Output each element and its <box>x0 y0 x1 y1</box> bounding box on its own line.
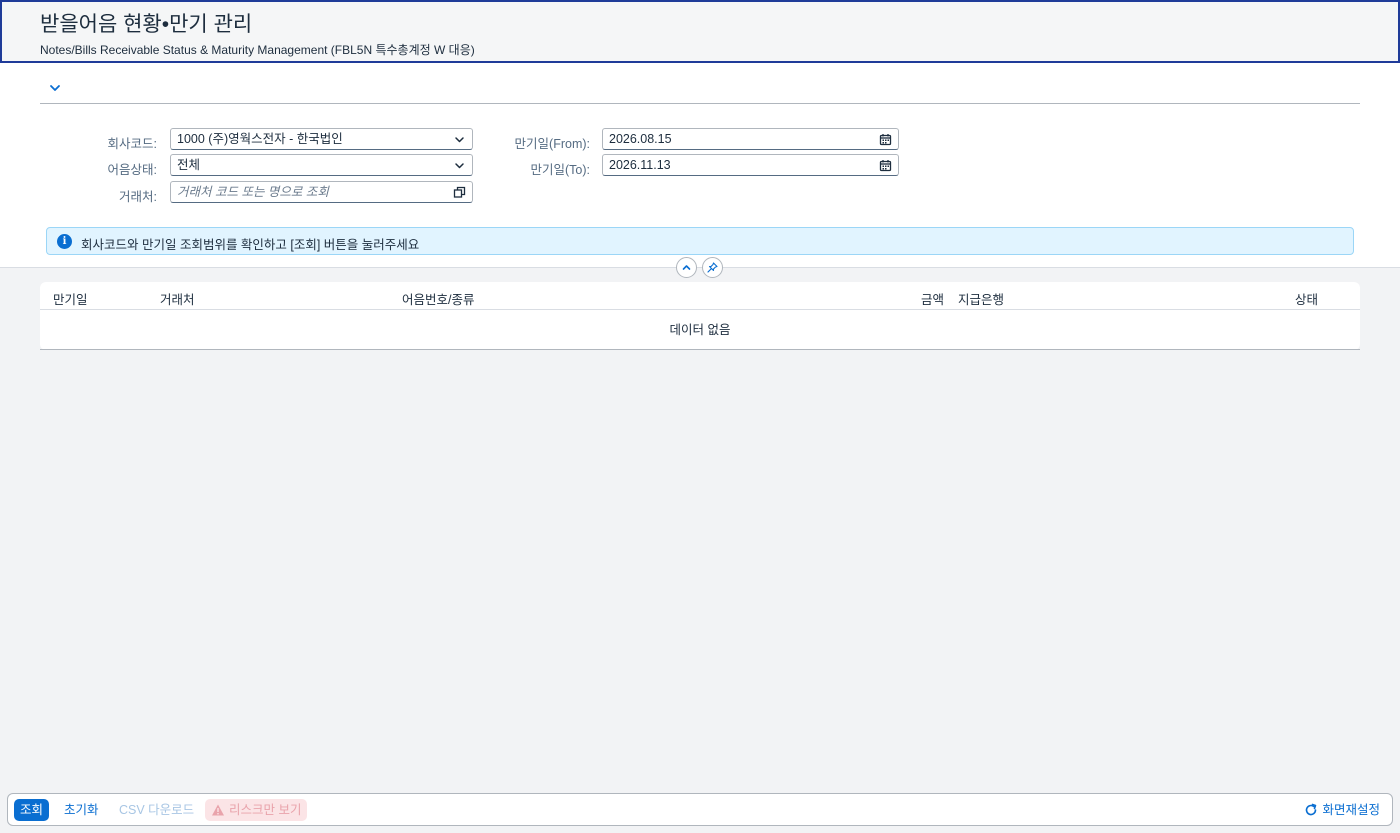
customer-input[interactable]: 거래처 코드 또는 명으로 조회 <box>170 181 473 203</box>
notes-table: 만기일 거래처 어음번호/종류 금액 지급은행 상태 데이터 없음 <box>40 282 1360 350</box>
table-header: 만기일 거래처 어음번호/종류 금액 지급은행 상태 <box>40 282 1360 310</box>
reset-button[interactable]: 초기화 <box>58 799 105 821</box>
calendar-icon[interactable] <box>879 133 892 146</box>
pin-icon <box>707 262 718 273</box>
chevron-up-icon <box>682 265 691 270</box>
column-header-customer[interactable]: 거래처 <box>160 289 195 308</box>
company-code-select[interactable]: 1000 (주)영웍스전자 - 한국법인 <box>170 128 473 150</box>
note-status-select[interactable]: 전체 <box>170 154 473 176</box>
reset-view-label: 화면재설정 <box>1322 803 1380 817</box>
page-subtitle: Notes/Bills Receivable Status & Maturity… <box>40 43 475 57</box>
column-header-paying-bank[interactable]: 지급은행 <box>958 289 1004 308</box>
risk-only-button[interactable]: 리스크만 보기 <box>205 799 308 821</box>
due-to-value: 2026.11.13 <box>609 158 671 172</box>
company-code-value: 1000 (주)영웍스전자 - 한국법인 <box>177 132 343 146</box>
column-header-due-date[interactable]: 만기일 <box>53 289 88 308</box>
calendar-icon[interactable] <box>879 159 892 172</box>
due-from-value: 2026.08.15 <box>609 132 672 146</box>
no-data-text: 데이터 없음 <box>40 310 1360 350</box>
column-header-status[interactable]: 상태 <box>1295 289 1318 308</box>
reset-view-button[interactable]: 화면재설정 <box>1300 799 1386 821</box>
column-header-amount[interactable]: 금액 <box>921 289 944 308</box>
customer-label: 거래처: <box>119 190 157 204</box>
page-title: 받을어음 현황•만기 관리 <box>40 13 253 36</box>
search-button[interactable]: 조회 <box>14 799 50 821</box>
value-help-icon[interactable] <box>453 186 466 199</box>
csv-download-button[interactable]: CSV 다운로드 <box>113 799 200 821</box>
chevron-down-icon[interactable] <box>48 81 64 97</box>
company-code-label: 회사코드: <box>107 137 157 151</box>
info-message-strip: i 회사코드와 만기일 조회범위를 확인하고 [조회] 버튼을 눌러주세요 <box>46 227 1354 255</box>
due-from-datepicker[interactable]: 2026.08.15 <box>602 128 899 150</box>
customer-placeholder: 거래처 코드 또는 명으로 조회 <box>177 185 329 199</box>
page-header: 받을어음 현황•만기 관리 Notes/Bills Receivable Sta… <box>0 0 1400 63</box>
warning-icon <box>212 804 224 816</box>
note-status-value: 전체 <box>177 158 201 172</box>
filter-bar: 회사코드: 1000 (주)영웍스전자 - 한국법인 어음상태: 전체 거래처:… <box>0 63 1400 268</box>
pin-header-button[interactable] <box>702 257 723 278</box>
info-icon: i <box>57 234 72 249</box>
info-message-text: 회사코드와 만기일 조회범위를 확인하고 [조회] 버튼을 눌러주세요 <box>81 238 420 252</box>
collapse-header-button[interactable] <box>676 257 697 278</box>
due-from-label: 만기일(From): <box>514 137 590 151</box>
risk-only-label: 리스크만 보기 <box>229 803 302 817</box>
footer-toolbar: 조회 초기화 CSV 다운로드 리스크만 보기 화면재설정 <box>7 793 1393 826</box>
column-header-note-number[interactable]: 어음번호/종류 <box>402 289 474 308</box>
note-status-label: 어음상태: <box>107 163 157 177</box>
due-to-datepicker[interactable]: 2026.11.13 <box>602 154 899 176</box>
refresh-icon <box>1306 803 1317 816</box>
due-to-label: 만기일(To): <box>530 163 590 177</box>
filter-divider <box>40 103 1360 104</box>
